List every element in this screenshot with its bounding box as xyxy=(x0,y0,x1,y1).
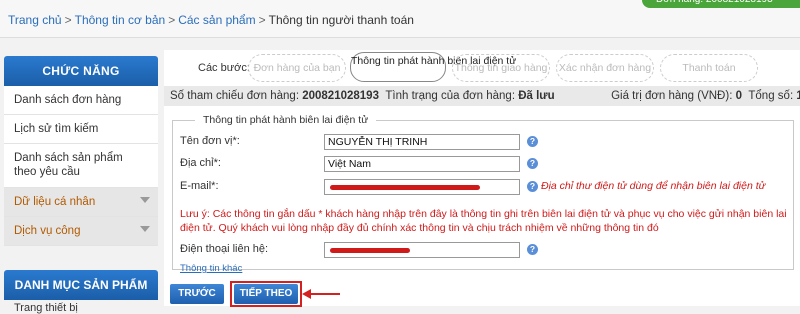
order-status-label: Tình trạng của đơn hàng: xyxy=(385,90,516,102)
sidebar-item-personal-data[interactable]: Dữ liệu cá nhân xyxy=(4,188,158,217)
form-note: Lưu ý: Các thông tin gắn dấu * khách hàn… xyxy=(180,208,787,234)
redacted-scribble xyxy=(330,247,410,253)
steps-label: Các bước: xyxy=(198,62,250,74)
chevron-down-icon xyxy=(140,226,150,232)
step-confirm-order: Xác nhận đơn hàng xyxy=(556,54,654,82)
arrow-left-icon xyxy=(302,289,311,299)
help-icon[interactable]: ? xyxy=(527,158,538,169)
next-button[interactable]: TIẾP THEO xyxy=(234,284,298,304)
sidebar-title: CHỨC NĂNG xyxy=(4,56,158,86)
order-value-value: 0 xyxy=(735,90,742,102)
order-number-tab: Đơn hàng: 200821028193 xyxy=(642,0,800,8)
sidebar-item-equipment[interactable]: Trang thiết bị xyxy=(14,302,78,314)
sidebar-item-label: Dịch vụ công xyxy=(14,225,81,237)
order-status-value: Đã lưu xyxy=(518,90,555,102)
breadcrumb-products[interactable]: Các sản phẩm xyxy=(178,13,255,27)
unit-name-input[interactable]: NGUYỄN THỊ TRINH xyxy=(324,134,520,150)
main-panel: Các bước: Đơn hàng của bạn Thông tin phá… xyxy=(164,50,800,307)
help-icon[interactable]: ? xyxy=(527,181,538,192)
order-summary-bar: Số tham chiếu đơn hàng: 200821028193 Tìn… xyxy=(164,86,800,106)
breadcrumb: Trang chủ > Thông tin cơ bản > Các sản phẩm >… xyxy=(8,13,414,27)
help-icon[interactable]: ? xyxy=(527,244,538,255)
email-hint: Địa chỉ thư điện tử dùng để nhận biên la… xyxy=(541,180,766,192)
step-your-order: Đơn hàng của bạn xyxy=(248,54,346,82)
sidebar-item-public-services[interactable]: Dịch vụ công xyxy=(4,217,158,246)
step-delivery-info: Thông tin giao hàng xyxy=(452,54,550,82)
chevron-down-icon xyxy=(140,197,150,203)
fieldset-legend: Thông tin phát hành biên lai điện tử xyxy=(195,114,377,126)
order-total-value: 1 xyxy=(796,90,800,102)
back-button[interactable]: TRƯỚC xyxy=(170,284,224,304)
top-bar: Trang chủ > Thông tin cơ bản > Các sản phẩm >… xyxy=(0,0,800,38)
unit-name-label: Tên đơn vị*: xyxy=(180,135,240,147)
more-info-link[interactable]: Thông tin khác xyxy=(180,263,242,274)
address-label: Địa chỉ*: xyxy=(180,157,221,169)
breadcrumb-separator: > xyxy=(258,13,266,27)
step-indicator: Các bước: Đơn hàng của bạn Thông tin phá… xyxy=(164,50,800,86)
sidebar: CHỨC NĂNG Danh sách đơn hàng Lịch sử tìm… xyxy=(4,56,158,246)
sidebar-item-requested-products[interactable]: Danh sách sản phẩm theo yêu cầu xyxy=(4,144,158,188)
breadcrumb-separator: > xyxy=(64,13,72,27)
breadcrumb-basic-info[interactable]: Thông tin cơ bản xyxy=(75,13,166,27)
breadcrumb-current: Thông tin người thanh toán xyxy=(268,13,414,27)
sidebar-item-order-list[interactable]: Danh sách đơn hàng xyxy=(4,86,158,115)
step-payment: Thanh toán xyxy=(660,54,758,82)
address-input[interactable]: Việt Nam xyxy=(324,156,520,172)
sidebar-item-label: Dữ liệu cá nhân xyxy=(14,196,96,208)
breadcrumb-separator: > xyxy=(168,13,176,27)
order-ref-label: Số tham chiếu đơn hàng: xyxy=(170,90,300,102)
step-invoice-info: Thông tin phát hành biên lai điện tử xyxy=(350,52,516,82)
email-input[interactable] xyxy=(324,179,520,195)
order-ref-value: 200821028193 xyxy=(302,90,379,102)
phone-label: Điện thoại liên hệ: xyxy=(180,243,269,255)
order-total-label: Tổng số: xyxy=(748,90,794,102)
email-label: E-mail*: xyxy=(180,180,219,192)
redacted-scribble xyxy=(330,184,480,190)
breadcrumb-home[interactable]: Trang chủ xyxy=(8,13,62,27)
sidebar-item-search-history[interactable]: Lịch sử tìm kiếm xyxy=(4,115,158,144)
order-value-label: Giá trị đơn hàng (VNĐ): xyxy=(611,90,733,102)
phone-input[interactable] xyxy=(324,242,520,258)
invoice-info-fieldset: Thông tin phát hành biên lai điện tử Tên… xyxy=(172,114,794,274)
product-category-title: DANH MỤC SẢN PHẨM xyxy=(4,270,158,300)
help-icon[interactable]: ? xyxy=(527,136,538,147)
